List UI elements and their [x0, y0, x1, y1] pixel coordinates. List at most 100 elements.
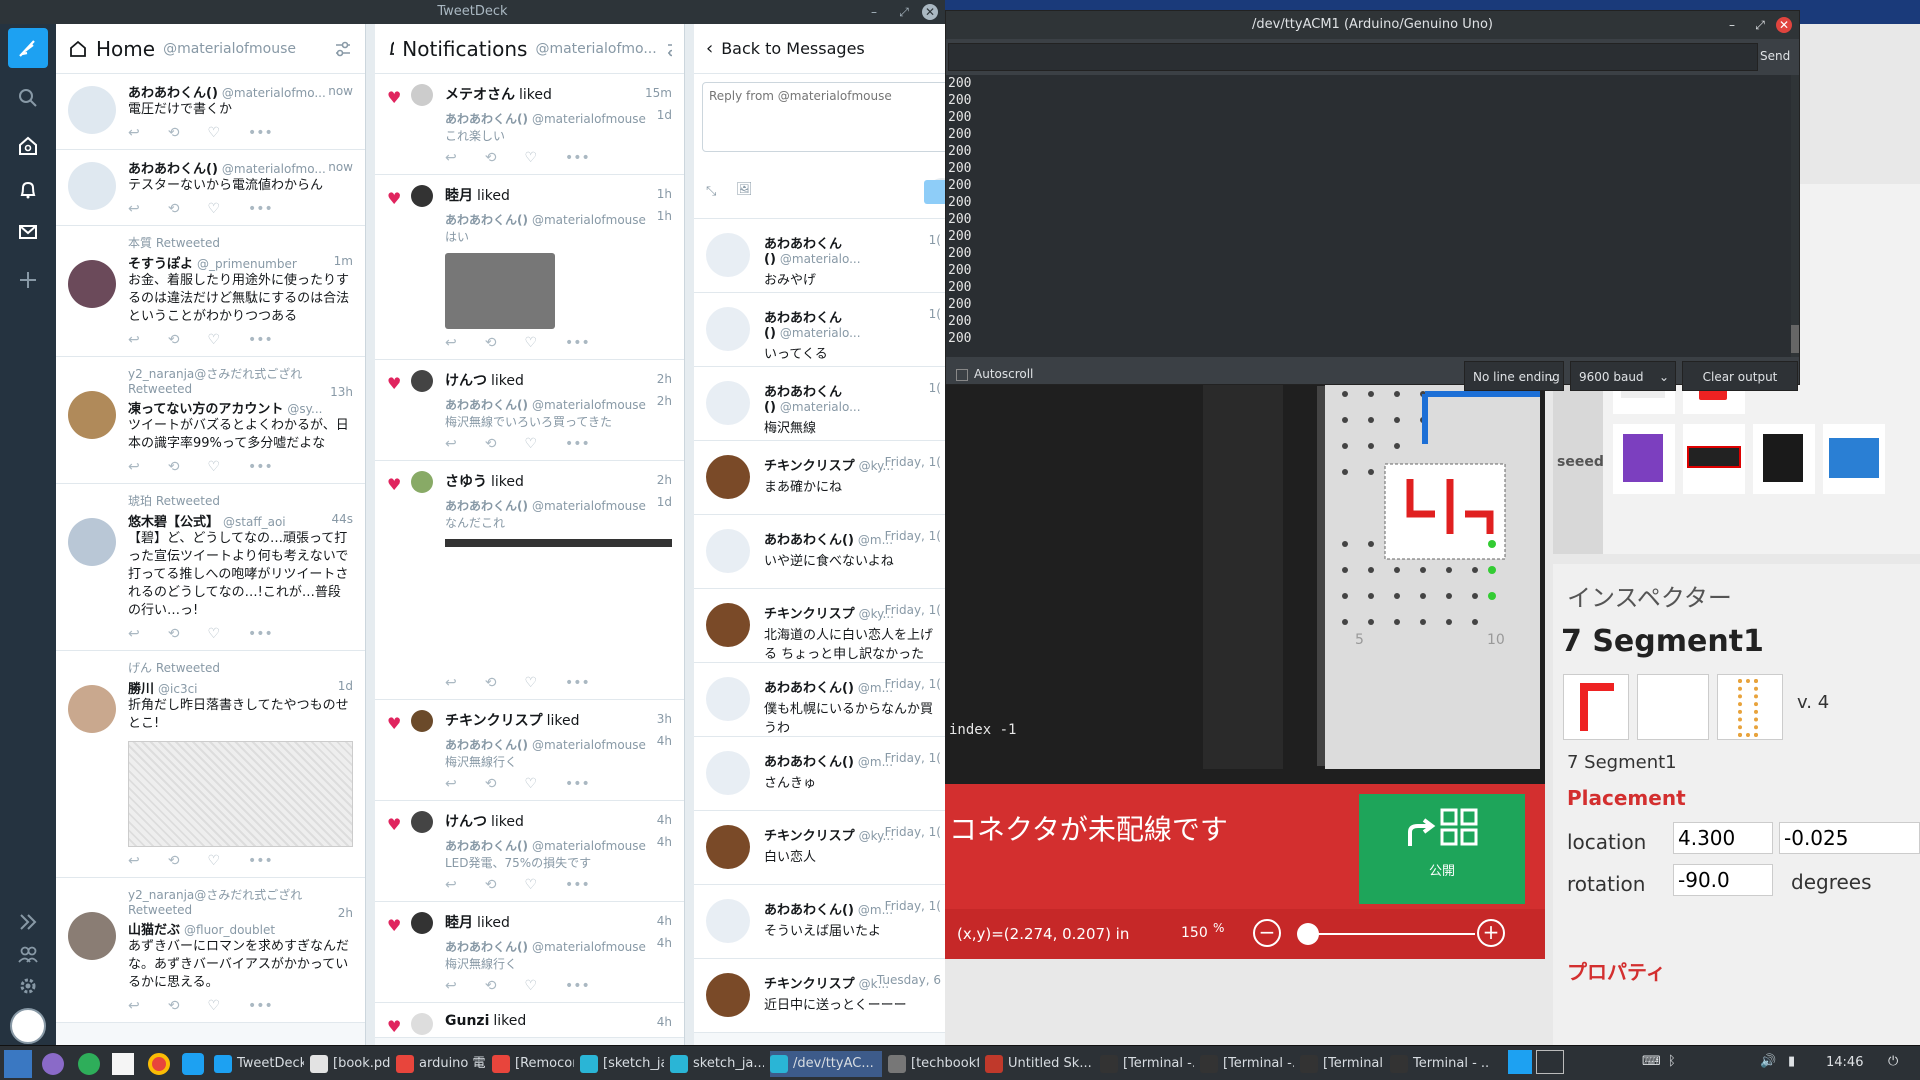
liked-tweet-time[interactable]: 4h	[657, 936, 672, 950]
chevron-left-icon[interactable]: ‹	[706, 38, 713, 59]
tweet[interactable]: y2_naranja@さみだれ式ござれ Retweeted 凍ってない方のアカウン…	[56, 357, 365, 484]
workspace-1[interactable]	[1508, 1050, 1532, 1074]
part-thumb[interactable]	[1683, 424, 1745, 494]
taskbar-item[interactable]: TweetDeck	[214, 1051, 304, 1077]
liked-author-name[interactable]: あわあわくん()	[445, 940, 528, 954]
clock[interactable]: 14:46	[1826, 1055, 1863, 1070]
close-icon[interactable]: ✕	[1776, 17, 1792, 33]
avatar[interactable]	[706, 751, 750, 795]
notification-time[interactable]: 4h	[657, 813, 672, 827]
breadboard-view-thumb[interactable]	[1563, 674, 1629, 740]
message-item[interactable]: あわあわくん() @materialo... 1(おみやげ	[694, 219, 945, 293]
restore-icon[interactable]: ⤢	[1752, 17, 1768, 33]
chrome-icon[interactable]	[148, 1053, 170, 1075]
retweet-icon[interactable]: ⟲	[485, 436, 497, 452]
keyboard-icon[interactable]: ⌨	[1642, 1054, 1661, 1069]
message-item[interactable]: あわあわくん() @m... Friday, 1(そういえば届いたよ	[694, 885, 945, 959]
home-nav-button[interactable]	[8, 126, 48, 166]
settings-button[interactable]	[8, 966, 48, 1006]
battery-icon[interactable]: ▮	[1788, 1054, 1795, 1069]
retweet-icon[interactable]: ⟲	[168, 626, 180, 642]
tweet-handle[interactable]: @fluor_doublet	[184, 923, 275, 937]
liked-author-name[interactable]: あわあわくん()	[445, 839, 528, 853]
tweet[interactable]: あわあわくん() @materialofmo... now 電圧だけで書くか ↩ ⟲ ♡ ••…	[56, 74, 365, 150]
notifications-nav-button[interactable]	[8, 170, 48, 210]
more-icon[interactable]: •••	[565, 150, 590, 166]
liked-author-name[interactable]: あわあわくん()	[445, 112, 528, 126]
notification-time[interactable]: 3h	[657, 712, 672, 726]
reply-icon[interactable]: ↩	[128, 853, 140, 869]
liked-tweet-time[interactable]: 4h	[657, 734, 672, 748]
message-author[interactable]: チキンクリスプ	[764, 459, 855, 474]
avatar[interactable]	[706, 825, 750, 869]
avatar[interactable]	[68, 260, 116, 308]
more-icon[interactable]: •••	[248, 626, 273, 642]
launcher-icon[interactable]	[42, 1053, 64, 1075]
avatar[interactable]	[68, 912, 116, 960]
scrollbar[interactable]	[1317, 386, 1325, 766]
taskbar-item[interactable]: Terminal - ...	[1390, 1051, 1490, 1077]
more-icon[interactable]: •••	[565, 776, 590, 792]
seeed-label[interactable]: seeed	[1557, 454, 1604, 470]
actor-name[interactable]: 睦月	[445, 188, 473, 204]
message-item[interactable]: チキンクリスプ @k... Tuesday, 6 近日中に送っとくーーー	[694, 959, 945, 1033]
notification-item[interactable]: ♥ 睦月 liked 1h あわあわくん() @materialofmouse 1h はい ↩ ⟲…	[375, 175, 684, 360]
more-icon[interactable]: •••	[248, 459, 273, 475]
minimize-icon[interactable]: –	[1724, 17, 1740, 33]
liked-tweet-time[interactable]: 1d	[657, 495, 672, 509]
retweet-icon[interactable]: ⟲	[485, 335, 497, 351]
reply-input[interactable]	[702, 82, 945, 152]
send-button[interactable]	[924, 180, 945, 204]
tweet-handle[interactable]: @sy...	[287, 402, 322, 416]
message-item[interactable]: チキンクリスプ @ky... Friday, 1(白い恋人	[694, 811, 945, 885]
minimize-icon[interactable]: –	[866, 4, 882, 20]
liked-tweet-time[interactable]: 1d	[657, 108, 672, 122]
actor-name[interactable]: さゆう	[445, 474, 487, 490]
zoom-out-icon[interactable]: −	[1253, 919, 1281, 947]
like-icon[interactable]: ♡	[207, 332, 220, 348]
pcb-view-thumb[interactable]	[1717, 674, 1783, 740]
serial-input[interactable]	[948, 43, 1758, 71]
like-icon[interactable]: ♡	[524, 675, 537, 691]
notification-item[interactable]: ♥ 睦月 liked 4h あわあわくん() @materialofmouse 4h 梅沢無線…	[375, 902, 684, 1003]
tweet-author[interactable]: 山猫だぶ	[128, 923, 180, 938]
liked-tweet-time[interactable]: 4h	[657, 835, 672, 849]
like-icon[interactable]: ♡	[524, 335, 537, 351]
more-icon[interactable]: •••	[565, 675, 590, 691]
like-icon[interactable]: ♡	[207, 125, 220, 141]
part-thumb[interactable]	[1823, 424, 1885, 494]
taskbar-item[interactable]: arduino 電...	[396, 1051, 486, 1077]
message-author[interactable]: あわあわくん()	[764, 903, 854, 918]
taskbar-item[interactable]: [Terminal -...	[1300, 1051, 1384, 1077]
tweet-image[interactable]	[445, 539, 672, 669]
add-column-button[interactable]	[8, 260, 48, 300]
expand-icon[interactable]: ⤡	[706, 184, 716, 199]
message-author[interactable]: チキンクリスプ	[764, 829, 855, 844]
taskbar-item[interactable]: [book.pdf ...	[310, 1051, 390, 1077]
avatar[interactable]	[706, 973, 750, 1017]
notification-time[interactable]: 15m	[645, 86, 672, 100]
taskbar-item[interactable]: [Terminal -...	[1100, 1051, 1194, 1077]
send-button[interactable]: Send	[1760, 49, 1790, 63]
more-icon[interactable]: •••	[565, 978, 590, 994]
retweet-icon[interactable]: ⟲	[168, 125, 180, 141]
column-settings-icon[interactable]	[333, 39, 353, 59]
avatar[interactable]	[706, 677, 750, 721]
notification-time[interactable]: 4h	[657, 1015, 672, 1029]
actor-name[interactable]: チキンクリスプ	[445, 713, 543, 729]
workspace-2[interactable]	[1536, 1050, 1564, 1074]
reply-icon[interactable]: ↩	[445, 675, 457, 691]
part-name[interactable]: 7 Segment1	[1567, 752, 1677, 773]
retweet-icon[interactable]: ⟲	[168, 459, 180, 475]
schematic-view-thumb[interactable]	[1637, 674, 1709, 740]
taskbar-item[interactable]: [Terminal -...	[1200, 1051, 1294, 1077]
more-icon[interactable]: •••	[565, 436, 590, 452]
back-to-messages-link[interactable]: Back to Messages	[721, 39, 865, 58]
part-thumb[interactable]	[1613, 424, 1675, 494]
more-icon[interactable]: •••	[248, 332, 273, 348]
liked-author-handle[interactable]: @materialofmouse	[532, 499, 646, 513]
avatar[interactable]	[411, 710, 433, 732]
message-author[interactable]: チキンクリスプ	[764, 977, 855, 992]
avatar[interactable]	[706, 899, 750, 943]
message-author[interactable]: あわあわくん()	[764, 681, 854, 696]
